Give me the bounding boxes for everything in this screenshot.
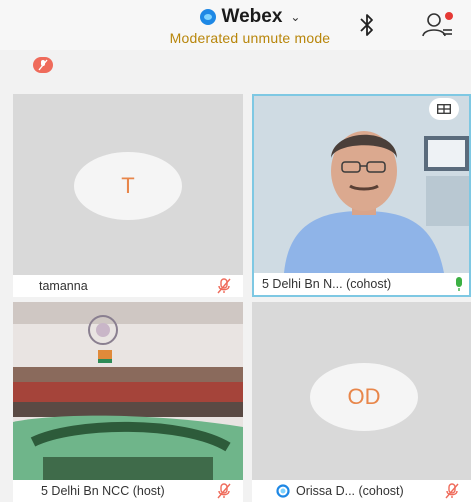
mic-off-icon xyxy=(217,278,231,294)
participant-tile[interactable]: OD Orissa D... (cohost) xyxy=(252,302,471,502)
mic-on-icon xyxy=(456,277,462,291)
participants-icon[interactable] xyxy=(420,10,456,40)
webex-status-icon xyxy=(276,484,290,498)
chevron-down-icon[interactable]: ⌄ xyxy=(290,10,300,24)
mic-off-icon xyxy=(38,59,48,71)
participant-name: 5 Delhi Bn N... (cohost) xyxy=(262,277,392,291)
participant-name: tamanna xyxy=(39,279,88,293)
participant-tile[interactable]: T tamanna xyxy=(13,94,243,297)
participant-name: 5 Delhi Bn NCC (host) xyxy=(41,484,165,498)
meeting-mode-label: Moderated unmute mode xyxy=(169,30,331,46)
participant-name-bar: 5 Delhi Bn N... (cohost) xyxy=(254,273,469,295)
participant-name: Orissa D... (cohost) xyxy=(296,484,404,498)
participant-name-bar: Orissa D... (cohost) xyxy=(252,480,471,502)
participant-video xyxy=(254,96,469,273)
grid-layout-icon xyxy=(437,104,451,114)
layout-toggle-button[interactable] xyxy=(429,98,459,120)
app-title: Webex xyxy=(221,6,283,27)
webex-logo-icon xyxy=(199,9,216,25)
bluetooth-icon[interactable] xyxy=(358,12,376,38)
self-muted-indicator[interactable] xyxy=(33,57,53,73)
participant-video xyxy=(13,302,243,480)
avatar: T xyxy=(74,152,182,220)
participant-name-bar: 5 Delhi Bn NCC (host) xyxy=(13,480,243,502)
top-bar: Webex ⌄ Moderated unmute mode xyxy=(0,0,471,50)
participant-name-bar: tamanna xyxy=(13,275,243,297)
participant-tile[interactable]: 5 Delhi Bn NCC (host) xyxy=(13,302,243,502)
meeting-title-area[interactable]: Webex ⌄ Moderated unmute mode xyxy=(140,6,360,46)
mic-off-icon xyxy=(445,483,459,499)
avatar: OD xyxy=(310,363,418,431)
mic-off-icon xyxy=(217,483,231,499)
participant-tile-active[interactable]: 5 Delhi Bn N... (cohost) xyxy=(252,94,471,297)
